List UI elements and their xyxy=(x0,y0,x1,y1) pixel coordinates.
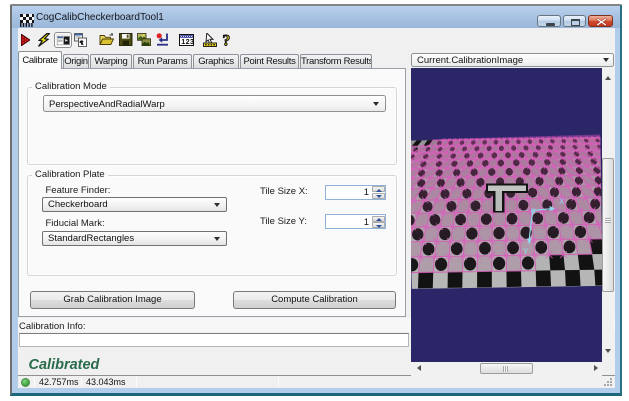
svg-text:123: 123 xyxy=(181,37,194,46)
svg-text:?: ? xyxy=(222,32,230,48)
svg-text:Y: Y xyxy=(523,247,529,256)
svg-text:X: X xyxy=(559,197,565,206)
